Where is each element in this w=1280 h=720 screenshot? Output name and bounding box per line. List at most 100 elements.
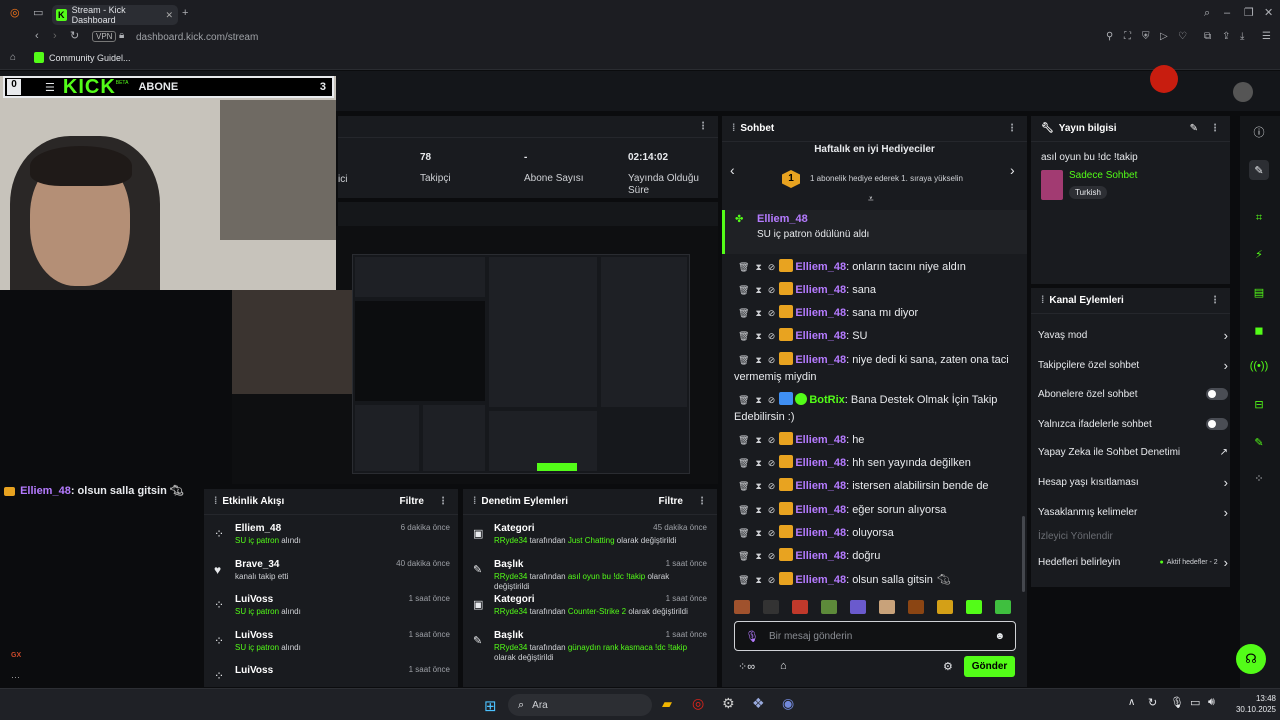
ban-icon[interactable]: ⊘: [768, 262, 776, 272]
chat-message[interactable]: 🗑︎ ⧗ ⊘ Elliem_48: oluyorsa: [734, 525, 1019, 542]
timeout-icon[interactable]: ⧗: [755, 481, 761, 491]
tools-icon[interactable]: ✎: [1249, 432, 1269, 452]
chat-settings-icon[interactable]: ⚙: [943, 660, 953, 673]
chat-username[interactable]: Elliem_48: [795, 307, 846, 319]
delete-icon[interactable]: 🗑︎: [738, 308, 749, 318]
activity-filter-button[interactable]: Filtre: [400, 496, 424, 507]
delete-icon[interactable]: 🗑︎: [738, 458, 749, 468]
emote-icon[interactable]: [821, 600, 837, 614]
tab-switcher-icon[interactable]: ▭: [33, 8, 43, 19]
chat-message[interactable]: 🗑︎ ⧗ ⊘ Elliem_48: onların tacını niye aldın: [734, 259, 1019, 276]
ban-icon[interactable]: ⊘: [768, 435, 776, 445]
ban-icon[interactable]: ⊘: [768, 395, 776, 405]
emote-icon[interactable]: [763, 600, 779, 614]
delete-icon[interactable]: 🗑︎: [738, 505, 749, 515]
app-icon[interactable]: ❖: [752, 695, 765, 712]
tab-close-icon[interactable]: ✕: [165, 10, 173, 21]
moderation-item[interactable]: ✎ Başlık RRyde34 tarafından günaydın rank …: [473, 630, 707, 662]
activity-item[interactable]: ⁘ LuiVoss SU iç patron alındı 1 saat önce: [214, 630, 450, 660]
vpn-badge[interactable]: VPN: [92, 31, 117, 42]
timeout-icon[interactable]: ⧗: [755, 262, 761, 272]
channel-action-item[interactable]: Hedefleri belirleyin ● Aktif hedefler - 2 ›: [1038, 554, 1228, 570]
file-explorer-icon[interactable]: ▰: [662, 696, 672, 712]
timeout-icon[interactable]: ⧗: [755, 505, 761, 515]
chat-username[interactable]: Elliem_48: [795, 550, 846, 562]
opera-gx-logo-icon[interactable]: ◎: [10, 8, 20, 19]
document-icon[interactable]: ▤: [1249, 282, 1269, 302]
tray-display-icon[interactable]: ▭: [1190, 696, 1200, 709]
channel-action-item[interactable]: Yavaş mod ›: [1038, 327, 1228, 343]
collapse-icon[interactable]: ⩡: [868, 194, 874, 205]
tray-sync-icon[interactable]: ↻: [1148, 696, 1157, 709]
emote-icon[interactable]: [995, 600, 1011, 614]
ban-icon[interactable]: ⊘: [768, 528, 776, 538]
microphone-icon[interactable]: 🎙︎: [745, 630, 759, 643]
store-icon[interactable]: ⌂: [780, 660, 787, 672]
new-tab-icon[interactable]: +: [182, 8, 188, 19]
ban-icon[interactable]: ⊘: [768, 355, 776, 365]
chat-message[interactable]: 🗑︎ ⧗ ⊘ Elliem_48: niye dedi ki sana, zaten …: [734, 352, 1019, 386]
send-button[interactable]: Gönder: [964, 656, 1015, 677]
chat-message[interactable]: 🗑︎ ⧗ ⊘ Elliem_48: sana: [734, 282, 1019, 299]
gifters-next-icon[interactable]: ›: [1010, 162, 1015, 178]
chat-message[interactable]: 🗑︎ ⧗ ⊘ Elliem_48: SU: [734, 328, 1019, 345]
delete-icon[interactable]: 🗑︎: [738, 395, 749, 405]
taskbar-clock[interactable]: 13:48 30.10.2025: [1226, 693, 1276, 715]
chat-username[interactable]: Elliem_48: [795, 434, 846, 446]
tray-mic-icon[interactable]: 🎙︎: [1170, 696, 1184, 709]
chat-message[interactable]: 🗑︎ ⧗ ⊘ Elliem_48: olsun salla gitsin 🐀︎: [734, 572, 1019, 589]
tab-kick-dashboard[interactable]: K Stream - Kick Dashboard ✕: [52, 5, 178, 25]
delete-icon[interactable]: 🗑︎: [738, 355, 749, 365]
avatar[interactable]: [1233, 82, 1253, 102]
download-icon[interactable]: ⤓: [1240, 32, 1244, 42]
timeout-icon[interactable]: ⧗: [755, 458, 761, 468]
scan-icon[interactable]: ⌗: [1249, 208, 1269, 228]
toggle-switch[interactable]: [1206, 388, 1228, 400]
bookmark-community-guidelines[interactable]: Community Guidel...: [49, 53, 131, 63]
play-icon[interactable]: ▷: [1160, 32, 1168, 42]
ban-icon[interactable]: ⊘: [768, 575, 776, 585]
share-icon[interactable]: ⇪: [1222, 32, 1230, 42]
activity-item[interactable]: ⁘ Elliem_48 SU iç patron alındı 6 dakika ön…: [214, 523, 450, 553]
timeout-icon[interactable]: ⧗: [755, 435, 761, 445]
chat-message[interactable]: 🗑︎ ⧗ ⊘ Elliem_48: sana mı diyor: [734, 305, 1019, 322]
timeout-icon[interactable]: ⧗: [755, 395, 761, 405]
channel-actions-menu-icon[interactable]: ⋮: [1210, 295, 1220, 306]
stream-info-menu-icon[interactable]: ⋮: [1210, 123, 1220, 134]
snapshot-icon[interactable]: ⛶: [1124, 32, 1131, 42]
info-icon[interactable]: ⓘ: [1249, 122, 1269, 142]
channel-action-item[interactable]: Yapay Zeka ile Sohbet Denetimi ↗: [1038, 444, 1228, 460]
delete-icon[interactable]: 🗑︎: [738, 331, 749, 341]
channel-action-item[interactable]: Abonelere özel sohbet: [1038, 386, 1228, 402]
ban-icon[interactable]: ⊘: [768, 285, 776, 295]
stats-menu-icon[interactable]: ⋮: [698, 121, 708, 132]
drag-handle-icon[interactable]: ⁞: [732, 123, 735, 134]
reload-icon[interactable]: ↻: [70, 31, 79, 42]
timeout-icon[interactable]: ⧗: [755, 308, 761, 318]
activity-item[interactable]: ⁘ LuiVoss SU iç patron alındı 1 saat önce: [214, 594, 450, 624]
chat-message[interactable]: 🗑︎ ⧗ ⊘ Elliem_48: istersen alabilirsin bend…: [734, 478, 1019, 495]
moderation-item[interactable]: ▣ Kategori RRyde34 tarafından Counter-Stri…: [473, 594, 707, 626]
timeout-icon[interactable]: ⧗: [755, 285, 761, 295]
chat-username[interactable]: Elliem_48: [795, 574, 846, 586]
pin-icon[interactable]: ⚲: [1106, 32, 1113, 42]
window-close-icon[interactable]: ✕: [1264, 8, 1273, 19]
chat-username[interactable]: Elliem_48: [795, 284, 846, 296]
timeout-icon[interactable]: ⧗: [755, 528, 761, 538]
emote-icon[interactable]: [879, 600, 895, 614]
steam-icon[interactable]: ⚙: [722, 695, 735, 712]
discord-icon[interactable]: ◉: [782, 695, 794, 712]
delete-icon[interactable]: 🗑︎: [738, 551, 749, 561]
moderation-item[interactable]: ▣ Kategori RRyde34 tarafından Just Chattin…: [473, 523, 707, 555]
drag-handle-icon[interactable]: ⁞: [473, 496, 476, 507]
channel-action-item[interactable]: Yasaklanmış kelimeler ›: [1038, 504, 1228, 520]
chat-username[interactable]: BotRix: [809, 394, 844, 406]
overlay-more-icon[interactable]: ···: [11, 672, 20, 682]
emoji-picker-icon[interactable]: ☻: [994, 631, 1005, 642]
tray-chevron-icon[interactable]: ∧: [1128, 697, 1135, 708]
timeout-icon[interactable]: ⧗: [755, 355, 761, 365]
chat-bubble-icon[interactable]: ◼: [1249, 320, 1269, 340]
delete-icon[interactable]: 🗑︎: [738, 481, 749, 491]
delete-icon[interactable]: 🗑︎: [738, 435, 749, 445]
shield-icon[interactable]: ⛨: [1142, 32, 1150, 42]
